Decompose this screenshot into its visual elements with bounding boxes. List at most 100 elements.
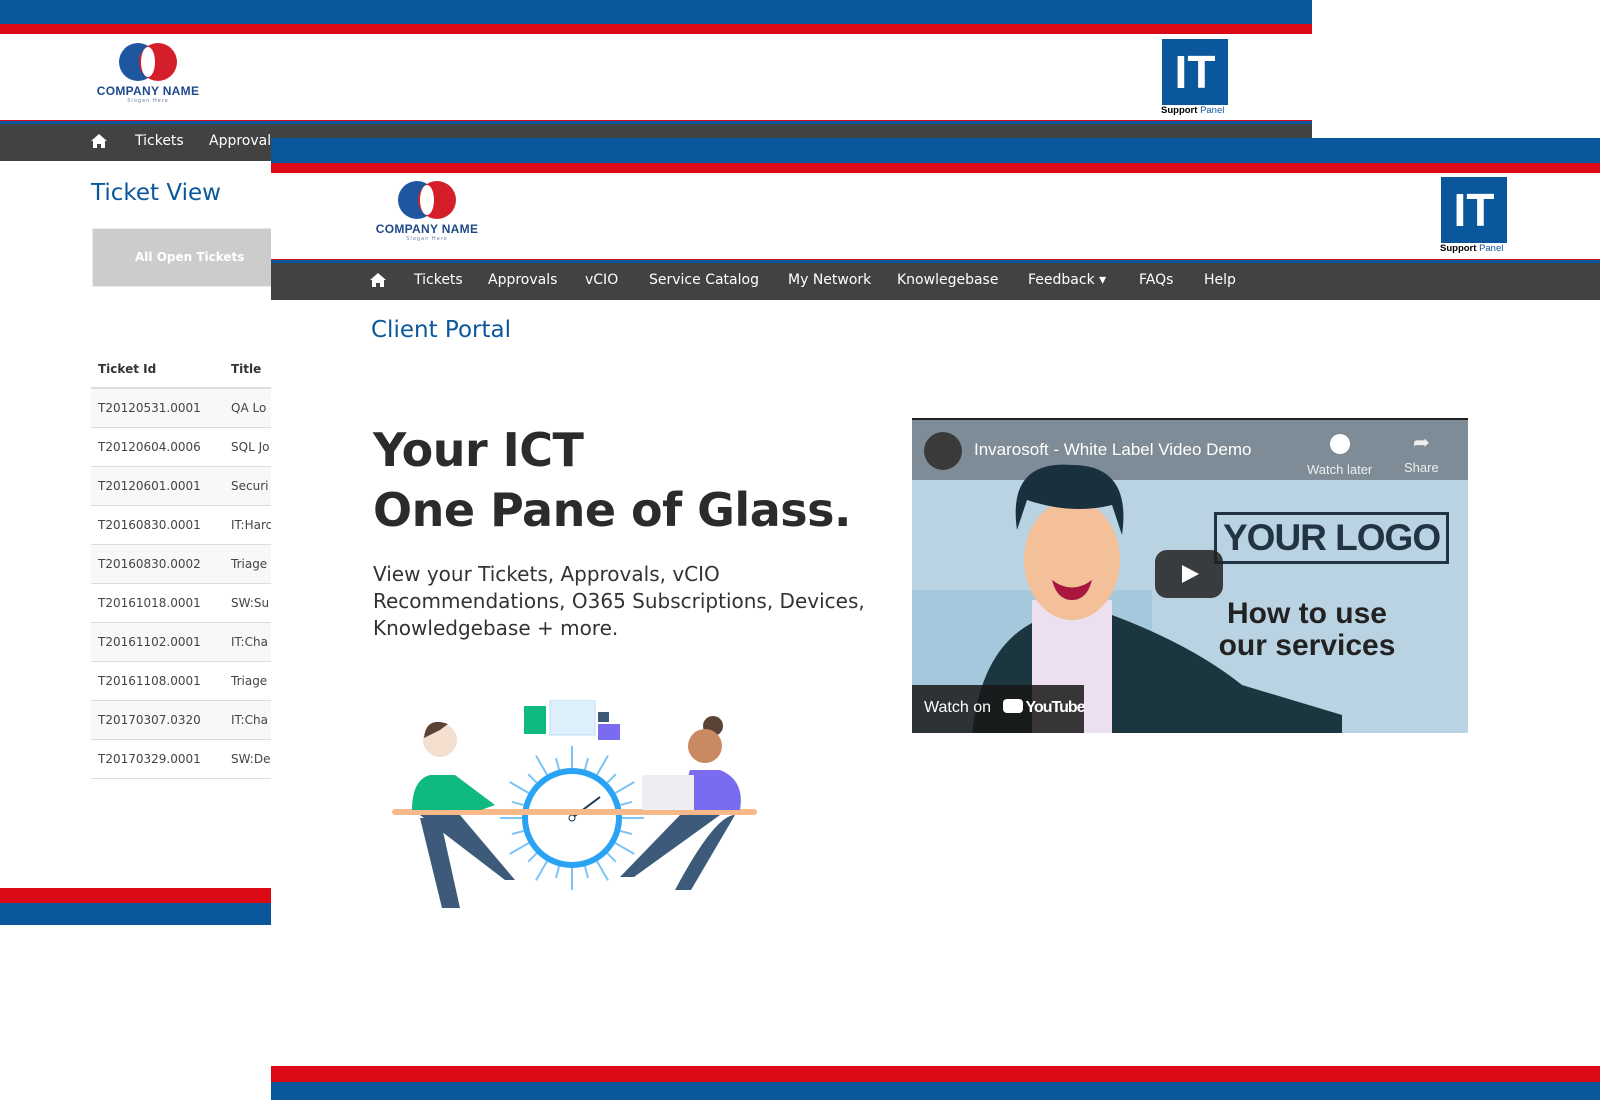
ticket-id-cell: T20170329.0001 <box>91 739 224 779</box>
play-button[interactable] <box>1155 550 1223 598</box>
table-row[interactable]: T20161108.0001 Triage <box>91 661 291 701</box>
ticket-id-cell: T20161102.0001 <box>91 622 224 662</box>
clock-ray <box>606 773 617 784</box>
clock-ray <box>583 866 590 879</box>
nav-feedback-dropdown[interactable]: Feedback ▾ <box>1028 272 1106 288</box>
nav-tickets[interactable]: Tickets <box>414 272 463 288</box>
nav-knowledgebase[interactable]: Knowlegebase <box>897 272 998 288</box>
clock-ray <box>511 800 524 807</box>
clock-ray <box>509 781 530 794</box>
ticket-id-cell: T20120601.0001 <box>91 466 224 506</box>
ticket-id-cell: T20160830.0002 <box>91 544 224 584</box>
company-logo[interactable]: COMPANY NAME Slogan Here <box>367 180 487 242</box>
logo-circles-icon <box>119 43 177 81</box>
youtube-video-player[interactable]: Invarosoft - White Label Video Demo Watc… <box>912 418 1468 733</box>
company-name: COMPANY NAME <box>96 84 200 98</box>
play-icon <box>1182 565 1199 583</box>
bottom-red-bar <box>271 1066 1600 1082</box>
clock-icon <box>500 746 644 890</box>
users-panel-icon <box>549 700 596 736</box>
caption-support: Support <box>1440 243 1477 254</box>
clock-ray <box>583 757 590 770</box>
your-logo-text: YOUR LOGO <box>1214 512 1450 564</box>
top-blue-bar <box>271 138 1600 163</box>
it-letters: IT <box>1162 39 1228 105</box>
share-label: Share <box>1404 460 1439 475</box>
top-blue-bar <box>0 0 1312 24</box>
person-right <box>620 716 741 890</box>
clock-ray <box>620 829 633 836</box>
nav-help[interactable]: Help <box>1204 272 1236 288</box>
page-title: Ticket View <box>91 180 221 206</box>
bottom-blue-bar <box>271 1082 1600 1100</box>
document-icon <box>524 706 546 734</box>
clock-ray <box>606 852 617 863</box>
ticket-id-cell: T20161108.0001 <box>91 661 224 701</box>
tickets-table: Ticket Id Title T20120531.0001 QA Lo T20120… <box>91 350 291 779</box>
clock-ray <box>554 866 561 879</box>
clock-ray <box>509 842 530 855</box>
table-row[interactable]: T20160830.0001 IT:Harc <box>91 505 291 545</box>
watch-on-label: Watch on <box>924 699 991 716</box>
video-caption: How to use our services <box>1218 597 1396 662</box>
caption-panel: Panel <box>1479 243 1504 254</box>
nav-approvals[interactable]: Approval <box>209 133 271 149</box>
nav-approvals[interactable]: Approvals <box>488 272 557 288</box>
ticket-id-cell: T20120531.0001 <box>91 388 224 428</box>
it-support-logo[interactable]: IT Support Panel <box>1440 177 1507 254</box>
clock-ray <box>511 829 524 836</box>
support-panel-caption: Support Panel <box>1440 243 1507 254</box>
nav-faqs[interactable]: FAQs <box>1139 272 1173 288</box>
youtube-wordmark: YouTube <box>1025 699 1085 716</box>
all-open-tickets-button[interactable]: All Open Tickets <box>92 228 282 287</box>
table-row[interactable]: T20170307.0320 IT:Cha <box>91 700 291 740</box>
nav-my-network[interactable]: My Network <box>788 272 871 288</box>
clock-ray <box>535 860 548 881</box>
ticket-id-cell: T20170307.0320 <box>91 700 224 740</box>
col-ticket-id: Ticket Id <box>91 350 224 389</box>
share-button[interactable]: ➦ Share <box>1404 432 1439 475</box>
clock-ray <box>620 800 633 807</box>
top-red-bar <box>0 24 1312 34</box>
nav-service-catalog[interactable]: Service Catalog <box>649 272 759 288</box>
company-logo[interactable]: COMPANY NAME Slogan Here <box>88 42 208 104</box>
table-row[interactable]: T20120601.0001 Securi <box>91 466 291 506</box>
clock-ray <box>535 755 548 776</box>
company-name: COMPANY NAME <box>375 222 479 236</box>
clock-ray <box>596 755 609 776</box>
chat-icon <box>598 724 620 740</box>
youtube-play-icon <box>1003 699 1024 713</box>
watch-later-button[interactable]: Watch later <box>1307 434 1372 477</box>
table-row[interactable]: T20120531.0001 QA Lo <box>91 388 291 428</box>
watch-later-label: Watch later <box>1307 462 1373 477</box>
home-icon[interactable] <box>91 133 107 149</box>
nav-vcio[interactable]: vCIO <box>585 272 618 288</box>
nav-tickets[interactable]: Tickets <box>135 133 184 149</box>
table-row[interactable]: T20120604.0006 SQL Jo <box>91 427 291 467</box>
table-header: Ticket Id Title <box>91 350 291 389</box>
top-red-bar <box>271 163 1600 173</box>
ticket-id-cell: T20120604.0006 <box>91 427 224 467</box>
main-nav: Tickets Approvals vCIO Service Catalog M… <box>271 260 1600 300</box>
hero-line-2: One Pane of Glass. <box>373 483 851 537</box>
button-label: All Open Tickets <box>135 250 245 264</box>
table-row[interactable]: T20160830.0002 Triage <box>91 544 291 584</box>
collaboration-illustration <box>392 700 757 908</box>
table-row[interactable]: T20170329.0001 SW:De <box>91 739 291 779</box>
clock-ray <box>527 773 538 784</box>
table-row[interactable]: T20161102.0001 IT:Cha <box>91 622 291 662</box>
home-icon[interactable] <box>370 272 386 288</box>
support-panel-caption: Support Panel <box>1161 105 1228 116</box>
channel-avatar[interactable] <box>924 432 962 470</box>
watch-on-youtube-button[interactable]: Watch on YouTube <box>912 685 1086 733</box>
clock-ray <box>596 860 609 881</box>
hero-line-1: Your ICT <box>373 423 584 477</box>
logo-circles-icon <box>398 181 456 219</box>
clock-ray <box>527 852 538 863</box>
ticket-id-cell: T20161018.0001 <box>91 583 224 623</box>
it-support-logo[interactable]: IT Support Panel <box>1161 39 1228 116</box>
clock-ray <box>614 781 635 794</box>
video-title[interactable]: Invarosoft - White Label Video Demo <box>974 440 1252 460</box>
table-row[interactable]: T20161018.0001 SW:Su <box>91 583 291 623</box>
hero-description: View your Tickets, Approvals, vCIO Recom… <box>373 562 865 640</box>
